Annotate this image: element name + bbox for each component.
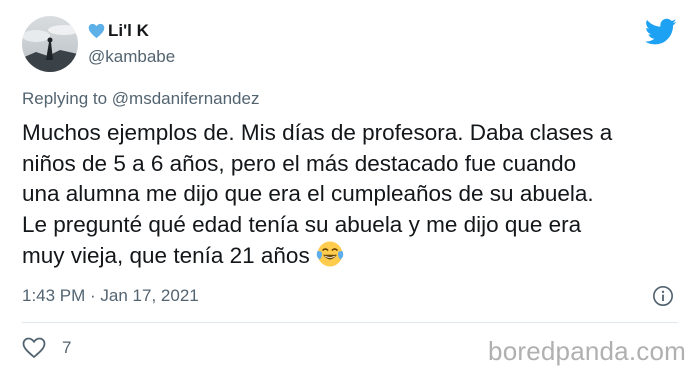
info-icon[interactable] bbox=[652, 285, 674, 307]
twitter-bird-icon[interactable] bbox=[645, 18, 677, 46]
replying-prefix: Replying to bbox=[22, 89, 108, 108]
tweet-text-line: niños de 5 a 6 años, pero el más destaca… bbox=[22, 150, 577, 176]
tweet-text-line: Muchos ejemplos de. Mis días de profesor… bbox=[22, 120, 613, 145]
author-name-row[interactable]: Li'l K bbox=[88, 20, 149, 42]
tweet-text-last-line: muy vieja, que tenía 21 años bbox=[22, 240, 682, 272]
like-action[interactable]: 7 bbox=[22, 336, 71, 360]
tweet-text-line: una alumna me dijo que era el cumpleaños… bbox=[22, 181, 594, 206]
like-count: 7 bbox=[62, 338, 72, 357]
reply-mention-link[interactable]: @msdanifernandez bbox=[112, 89, 260, 108]
replying-to: Replying to @msdanifernandez bbox=[22, 89, 259, 109]
tweet-timestamp[interactable]: 1:43 PM · Jan 17, 2021 bbox=[22, 286, 199, 306]
tweet-text-line: Le pregunté qué edad tenía su abuela y m… bbox=[22, 211, 582, 237]
tweet-text: Muchos ejemplos de. Mis días de profesor… bbox=[22, 118, 682, 272]
heart-outline-icon[interactable] bbox=[22, 337, 46, 359]
divider bbox=[22, 322, 678, 323]
user-handle[interactable]: @kambabe bbox=[88, 47, 175, 67]
avatar[interactable] bbox=[22, 16, 78, 72]
display-name[interactable]: Li'l K bbox=[108, 21, 149, 41]
face-with-tears-of-joy-icon bbox=[316, 241, 343, 267]
watermark: boredpanda.com bbox=[488, 336, 686, 366]
blue-heart-icon bbox=[88, 23, 105, 39]
tweet-text-line: muy vieja, que tenía 21 años bbox=[22, 243, 310, 268]
